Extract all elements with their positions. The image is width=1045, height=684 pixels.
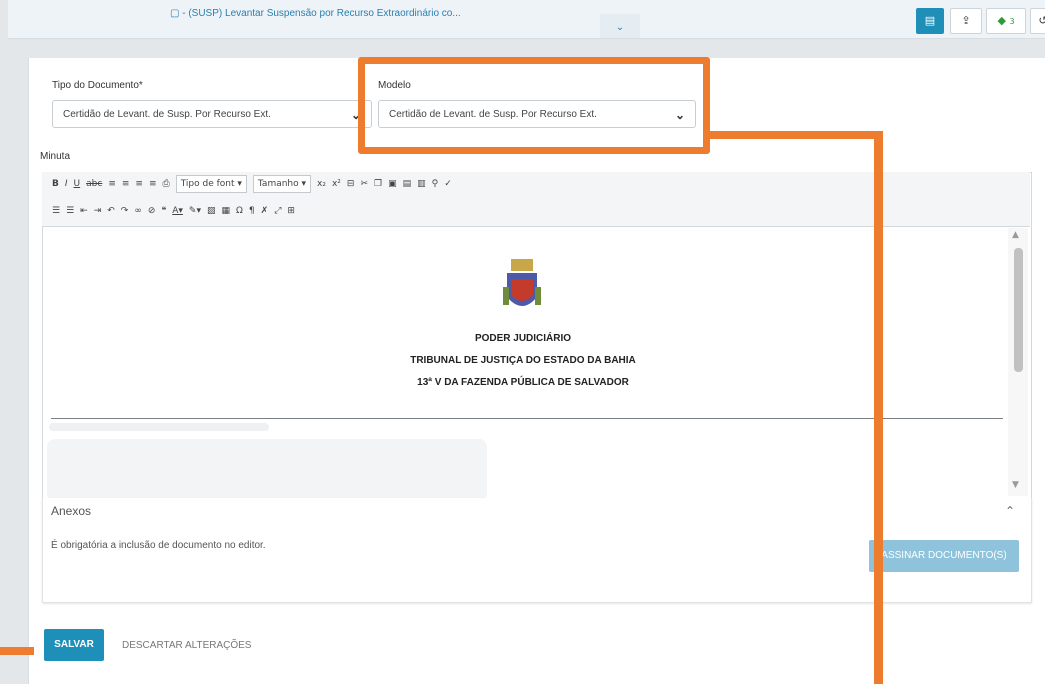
insert-line-icon[interactable]: ⊟ (347, 179, 355, 189)
history-icon-button[interactable]: ↺ (1030, 8, 1045, 34)
bullet-list-icon[interactable]: ☰ (66, 206, 74, 216)
tag-count: 3 (1009, 17, 1015, 26)
task-header-bar: ▢ - (SUSP) Levantar Suspensão por Recurs… (8, 0, 1045, 39)
paste-text-icon[interactable]: ▤ (403, 179, 412, 189)
editor-scrollbar[interactable]: ▲ ▼ (1008, 228, 1028, 496)
anexos-message: É obrigatória a inclusão de documento no… (51, 540, 266, 551)
image-icon[interactable]: ▨ (207, 206, 216, 216)
italic-icon[interactable]: I (65, 179, 68, 189)
spellcheck-icon[interactable]: ✓ (444, 179, 452, 189)
find-icon[interactable]: ⚲ (432, 179, 439, 189)
outdent-icon[interactable]: ⇤ (80, 206, 88, 216)
page-break-icon[interactable]: ⊞ (287, 206, 295, 216)
redacted-block (47, 439, 487, 501)
bold-icon[interactable]: B (52, 179, 59, 189)
tipo-documento-value: Certidão de Levant. de Susp. Por Recurso… (63, 109, 271, 120)
numbered-list-icon[interactable]: ☰ (52, 206, 60, 216)
redacted-text (49, 423, 269, 431)
link-icon[interactable]: ∞ (134, 206, 142, 216)
undo-icon[interactable]: ↶ (107, 206, 115, 216)
annotation-line-vertical (874, 131, 883, 684)
table-icon[interactable]: ▦ (222, 206, 231, 216)
doc-heading-line-3: 13ª V DA FAZENDA PÚBLICA DE SALVADOR (417, 377, 629, 388)
sign-documents-button[interactable]: ASSINAR DOCUMENTO(S) (869, 540, 1019, 572)
font-size-select[interactable]: Tamanho ▾ (252, 175, 312, 193)
redo-icon[interactable]: ↷ (121, 206, 129, 216)
chevron-down-icon[interactable]: ⌄ (600, 14, 640, 38)
scroll-up-arrow-icon[interactable]: ▲ (1012, 230, 1019, 240)
tag-button[interactable]: ◆ 3 (986, 8, 1026, 34)
indent-icon[interactable]: ⇥ (94, 206, 102, 216)
paste-word-icon[interactable]: ▥ (417, 179, 426, 189)
anexos-panel: Anexos ⌃ É obrigatória a inclusão de doc… (42, 498, 1032, 603)
align-justify-icon[interactable]: ≡ (149, 179, 157, 189)
highlight-color-icon[interactable]: ✎▾ (189, 206, 201, 216)
fullscreen-icon[interactable]: ⤢ (274, 206, 281, 216)
remove-format-icon[interactable]: ✗ (261, 206, 269, 216)
unlink-icon[interactable]: ⊘ (148, 206, 156, 216)
align-center-icon[interactable]: ≡ (122, 179, 130, 189)
coat-of-arms-icon (503, 259, 541, 306)
tag-icon: ◆ (997, 14, 1006, 27)
task-title[interactable]: ▢ - (SUSP) Levantar Suspensão por Recurs… (170, 8, 461, 19)
subscript-icon[interactable]: x₂ (317, 179, 326, 189)
underline-icon[interactable]: U (74, 179, 81, 189)
annotation-line-horizontal (708, 131, 883, 139)
copy-icon[interactable]: ❐ (374, 179, 382, 189)
cut-icon[interactable]: ✂ (360, 179, 368, 189)
align-right-icon[interactable]: ≡ (135, 179, 143, 189)
doc-heading-line-2: TRIBUNAL DE JUSTIÇA DO ESTADO DA BAHIA (410, 355, 636, 366)
tipo-documento-select[interactable]: Certidão de Levant. de Susp. Por Recurso… (52, 100, 372, 128)
tipo-documento-label: Tipo do Documento* (52, 80, 143, 91)
scroll-down-arrow-icon[interactable]: ▼ (1012, 480, 1019, 490)
discard-changes-link[interactable]: DESCARTAR ALTERAÇÕES (122, 640, 251, 651)
align-left-icon[interactable]: ≡ (108, 179, 116, 189)
modelo-highlight-box (358, 57, 710, 154)
blockquote-icon[interactable]: ❝ (161, 206, 166, 216)
print-icon[interactable]: ⎙ (163, 179, 170, 189)
doc-separator (51, 418, 1003, 419)
save-button[interactable]: SALVAR (44, 629, 104, 661)
superscript-icon[interactable]: x² (332, 179, 341, 189)
strikethrough-icon[interactable]: abc (86, 179, 102, 189)
doc-heading-line-1: PODER JUDICIÁRIO (474, 333, 572, 344)
editor-content[interactable]: PODER JUDICIÁRIO TRIBUNAL DE JUSTIÇA DO … (43, 227, 1003, 501)
minuta-label: Minuta (40, 151, 71, 162)
scrollbar-thumb[interactable] (1014, 248, 1023, 372)
chevron-up-icon[interactable]: ⌃ (1005, 504, 1015, 518)
show-blocks-icon[interactable]: ¶ (249, 206, 255, 216)
anexos-title: Anexos (51, 504, 92, 518)
annotation-line-save (0, 647, 34, 655)
special-char-icon[interactable]: Ω (236, 206, 243, 216)
font-family-select[interactable]: Tipo de font ▾ (175, 175, 247, 193)
share-icon-button[interactable]: ⇪ (950, 8, 982, 34)
text-color-icon[interactable]: A▾ (172, 206, 183, 216)
document-icon-button[interactable]: ▤ (916, 8, 944, 34)
paste-icon[interactable]: ▣ (388, 179, 397, 189)
